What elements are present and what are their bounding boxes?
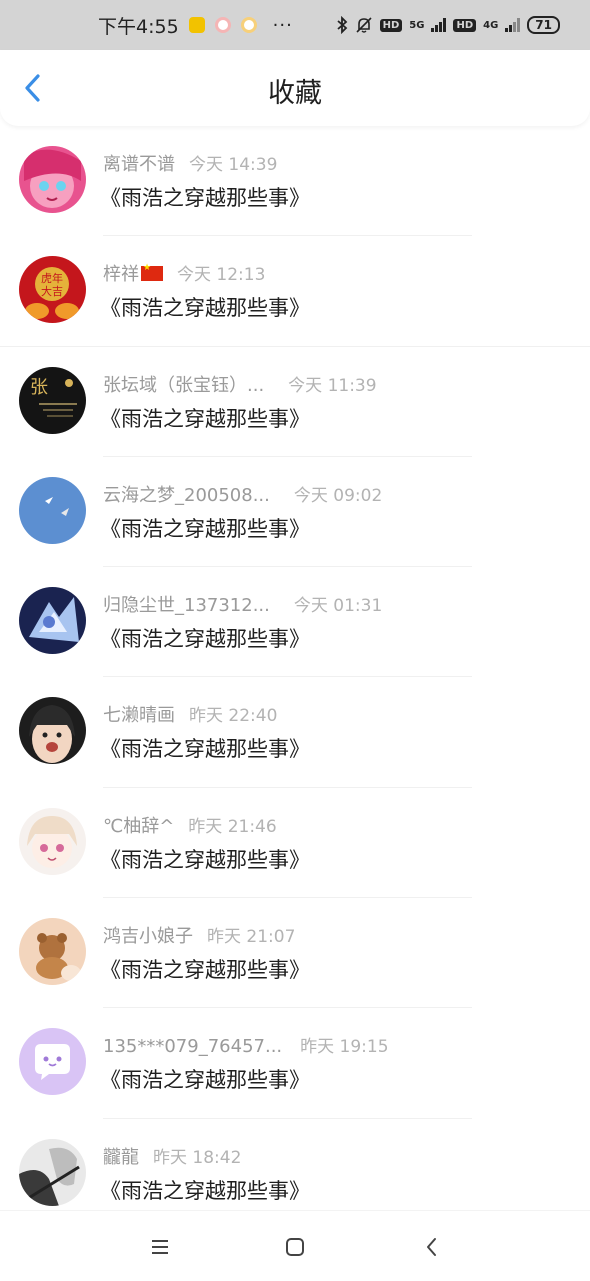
item-title: 《雨浩之穿越那些事》: [100, 737, 310, 762]
battery-icon: 71: [527, 16, 560, 34]
author-name: ℃柚辞^: [103, 815, 175, 837]
status-time: 下午4:55: [98, 15, 179, 38]
avatar-text: 虎年: [41, 271, 63, 285]
item-title: 《雨浩之穿越那些事》: [100, 1178, 310, 1203]
item-meta: 135***079_76457... 昨天 19:15: [103, 1032, 389, 1057]
avatar[interactable]: [19, 146, 86, 213]
author-name: 离谱不谱: [103, 154, 175, 175]
avatar[interactable]: 虎年 大吉: [19, 256, 86, 324]
item-meta: ℃柚辞^ 昨天 21:46: [103, 812, 277, 838]
network-type: 5G: [409, 19, 425, 31]
author-name: 龖龍: [103, 1146, 139, 1168]
timestamp: 今天 01:31: [293, 596, 383, 617]
favorites-list: 离谱不谱今天 14:39 《雨浩之穿越那些事》 虎年 大吉 梓祥 今天 12:13…: [0, 126, 590, 1229]
status-bar: 下午4:55 ··· HD 5G HD 4G 71: [0, 0, 590, 50]
page-title: 收藏: [268, 78, 322, 109]
item-title: 《雨浩之穿越那些事》: [100, 1068, 310, 1093]
avatar[interactable]: [19, 476, 86, 544]
notification-app-icon: [214, 17, 231, 33]
timestamp: 今天 12:13: [177, 265, 266, 286]
notification-app-icon: [188, 17, 205, 33]
item-meta: 七濑晴画 昨天 22:40: [103, 701, 277, 727]
item-title: 《雨浩之穿越那些事》: [100, 406, 310, 431]
item-meta: 鸿吉小娘子 昨天 21:07: [103, 922, 295, 948]
avatar[interactable]: [19, 1028, 86, 1096]
timestamp: 今天 09:02: [293, 485, 383, 506]
list-item[interactable]: 135***079_76457... 昨天 19:15 《雨浩之穿越那些事》: [0, 1008, 590, 1119]
chevron-left-icon: [427, 1238, 436, 1256]
author-name: 云海之梦_200508...: [103, 484, 270, 506]
avatar-text: 大吉: [41, 284, 63, 298]
avatar[interactable]: [19, 587, 86, 655]
list-item[interactable]: ℃柚辞^ 昨天 21:46 《雨浩之穿越那些事》: [0, 788, 590, 899]
avatar[interactable]: [19, 1138, 86, 1206]
author-name: 归隐尘世_137312...: [103, 595, 270, 617]
signal-icon: [431, 18, 447, 32]
item-meta: 龖龍 昨天 18:42: [103, 1143, 241, 1169]
list-item[interactable]: 归隐尘世_137312... 今天 01:31 《雨浩之穿越那些事》: [0, 567, 590, 678]
item-meta: 梓祥 今天 12:13: [103, 260, 265, 286]
avatar[interactable]: [19, 697, 86, 765]
hd-badge: HD: [453, 18, 477, 32]
list-item[interactable]: 虎年 大吉 梓祥 今天 12:13 《雨浩之穿越那些事》: [0, 236, 590, 347]
bluetooth-icon: [337, 16, 347, 34]
notification-app-icon: [240, 17, 257, 33]
item-meta: 张坛域（张宝钰）... 今天 11:39: [103, 371, 377, 397]
timestamp: 昨天 18:42: [153, 1147, 242, 1168]
system-nav-bar: [0, 1210, 590, 1281]
avatar-text: 张: [30, 377, 48, 398]
list-item[interactable]: 张 张坛域（张宝钰）... 今天 11:39 《雨浩之穿越那些事》: [0, 347, 590, 457]
author-name: 梓祥: [103, 264, 139, 286]
home-button[interactable]: [279, 1231, 311, 1263]
avatar[interactable]: [19, 807, 86, 875]
home-square-icon: [286, 1238, 304, 1256]
timestamp: 今天 11:39: [288, 375, 377, 396]
list-item[interactable]: 鸿吉小娘子 昨天 21:07 《雨浩之穿越那些事》: [0, 898, 590, 1009]
item-meta: 云海之梦_200508... 今天 09:02: [103, 481, 382, 507]
item-title: 《雨浩之穿越那些事》: [100, 627, 310, 652]
timestamp: 昨天 21:46: [188, 816, 277, 837]
author-name: 135***079_76457...: [103, 1036, 283, 1058]
item-title: 《雨浩之穿越那些事》: [100, 958, 310, 983]
page-header: 收藏: [0, 50, 590, 126]
author-name: 张坛域（张宝钰）...: [103, 374, 265, 396]
timestamp: 昨天 19:15: [300, 1037, 389, 1058]
item-meta: 离谱不谱 今天 14:39: [103, 150, 277, 176]
network-type: 4G: [483, 19, 499, 31]
avatar[interactable]: 张: [19, 366, 86, 434]
avatar[interactable]: [19, 918, 86, 986]
more-notifications-icon: ···: [272, 14, 293, 36]
timestamp: 今天 14:39: [189, 155, 278, 175]
author-name: 七濑晴画: [103, 705, 175, 727]
menu-button[interactable]: [144, 1231, 176, 1263]
item-title: 《雨浩之穿越那些事》: [100, 186, 310, 210]
item-meta: 归隐尘世_137312... 今天 01:31: [103, 591, 382, 617]
list-item[interactable]: 七濑晴画 昨天 22:40 《雨浩之穿越那些事》: [0, 677, 590, 788]
status-indicators: HD 5G HD 4G 71: [336, 16, 560, 34]
mute-bell-icon: [356, 17, 372, 33]
signal-icon: [505, 18, 521, 32]
hd-badge: HD: [379, 18, 403, 32]
back-nav-button[interactable]: [416, 1231, 448, 1263]
author-name: 鸿吉小娘子: [103, 926, 193, 948]
timestamp: 昨天 21:07: [207, 927, 296, 948]
item-title: 《雨浩之穿越那些事》: [100, 296, 310, 321]
list-item[interactable]: 云海之梦_200508... 今天 09:02 《雨浩之穿越那些事》: [0, 457, 590, 568]
item-title: 《雨浩之穿越那些事》: [100, 847, 310, 872]
timestamp: 昨天 22:40: [189, 706, 278, 727]
menu-icon: [152, 1240, 168, 1254]
china-flag-icon: [141, 263, 163, 282]
list-item[interactable]: 离谱不谱 今天 14:39 《雨浩之穿越那些事》: [0, 126, 590, 237]
item-title: 《雨浩之穿越那些事》: [100, 516, 310, 541]
